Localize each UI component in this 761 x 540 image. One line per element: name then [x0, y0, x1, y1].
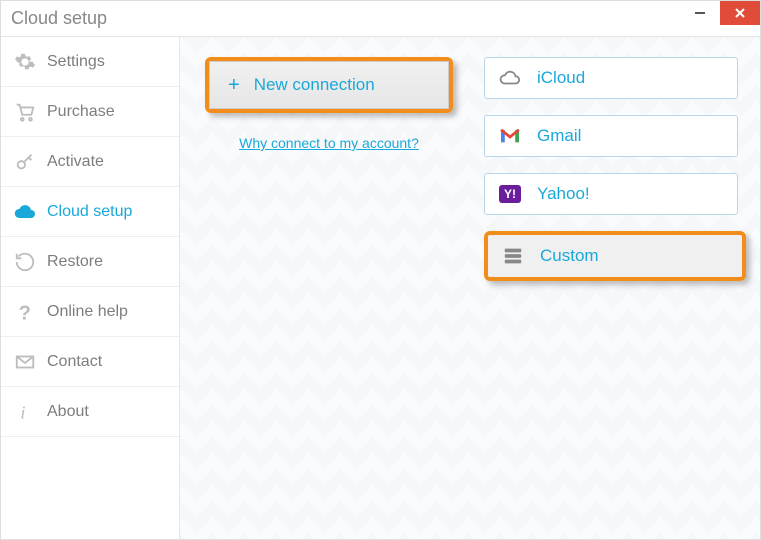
window-controls	[680, 1, 760, 25]
yahoo-icon: Y!	[499, 183, 521, 205]
sidebar-item-online-help[interactable]: ? Online help	[1, 287, 179, 337]
new-connection-button[interactable]: + New connection	[209, 61, 449, 109]
sidebar-item-activate[interactable]: Activate	[1, 137, 179, 187]
provider-yahoo[interactable]: Y! Yahoo!	[484, 173, 738, 215]
sidebar-item-cloud-setup[interactable]: Cloud setup	[1, 187, 179, 237]
custom-provider-highlight: Custom	[484, 231, 746, 281]
icloud-icon	[499, 67, 521, 89]
sidebar: Settings Purchase Activate Cloud setup R	[1, 37, 180, 539]
sidebar-item-label: Activate	[47, 153, 104, 171]
sidebar-item-restore[interactable]: Restore	[1, 237, 179, 287]
provider-custom[interactable]: Custom	[488, 235, 742, 277]
svg-text:?: ?	[19, 302, 31, 323]
server-icon	[502, 245, 524, 267]
new-connection-highlight: + New connection	[205, 57, 453, 113]
window-title: Cloud setup	[11, 8, 107, 29]
mail-icon	[13, 350, 37, 374]
close-button[interactable]	[720, 1, 760, 25]
sidebar-item-label: Cloud setup	[47, 203, 132, 221]
why-connect-link[interactable]: Why connect to my account?	[239, 135, 419, 151]
sidebar-item-settings[interactable]: Settings	[1, 37, 179, 87]
sidebar-item-label: Restore	[47, 253, 103, 271]
sidebar-item-label: Settings	[47, 53, 105, 71]
minimize-button[interactable]	[680, 1, 720, 25]
sidebar-item-label: Contact	[47, 353, 102, 371]
cart-icon	[13, 100, 37, 124]
new-connection-label: New connection	[254, 75, 375, 95]
gear-icon	[13, 50, 37, 74]
provider-label: iCloud	[537, 68, 585, 88]
info-icon: i	[13, 400, 37, 424]
svg-text:i: i	[20, 402, 25, 422]
content-area: + New connection Why connect to my accou…	[180, 37, 760, 539]
cloud-icon	[13, 200, 37, 224]
plus-icon: +	[228, 74, 240, 97]
sidebar-item-about[interactable]: i About	[1, 387, 179, 437]
provider-label: Yahoo!	[537, 184, 590, 204]
question-icon: ?	[13, 300, 37, 324]
provider-icloud[interactable]: iCloud	[484, 57, 738, 99]
sidebar-item-contact[interactable]: Contact	[1, 337, 179, 387]
sidebar-item-label: Online help	[47, 303, 128, 321]
key-icon	[13, 150, 37, 174]
sidebar-item-label: Purchase	[47, 103, 115, 121]
restore-icon	[13, 250, 37, 274]
titlebar: Cloud setup	[1, 1, 760, 37]
sidebar-item-purchase[interactable]: Purchase	[1, 87, 179, 137]
provider-label: Gmail	[537, 126, 581, 146]
gmail-icon	[499, 125, 521, 147]
sidebar-item-label: About	[47, 403, 89, 421]
provider-gmail[interactable]: Gmail	[484, 115, 738, 157]
provider-label: Custom	[540, 246, 599, 266]
